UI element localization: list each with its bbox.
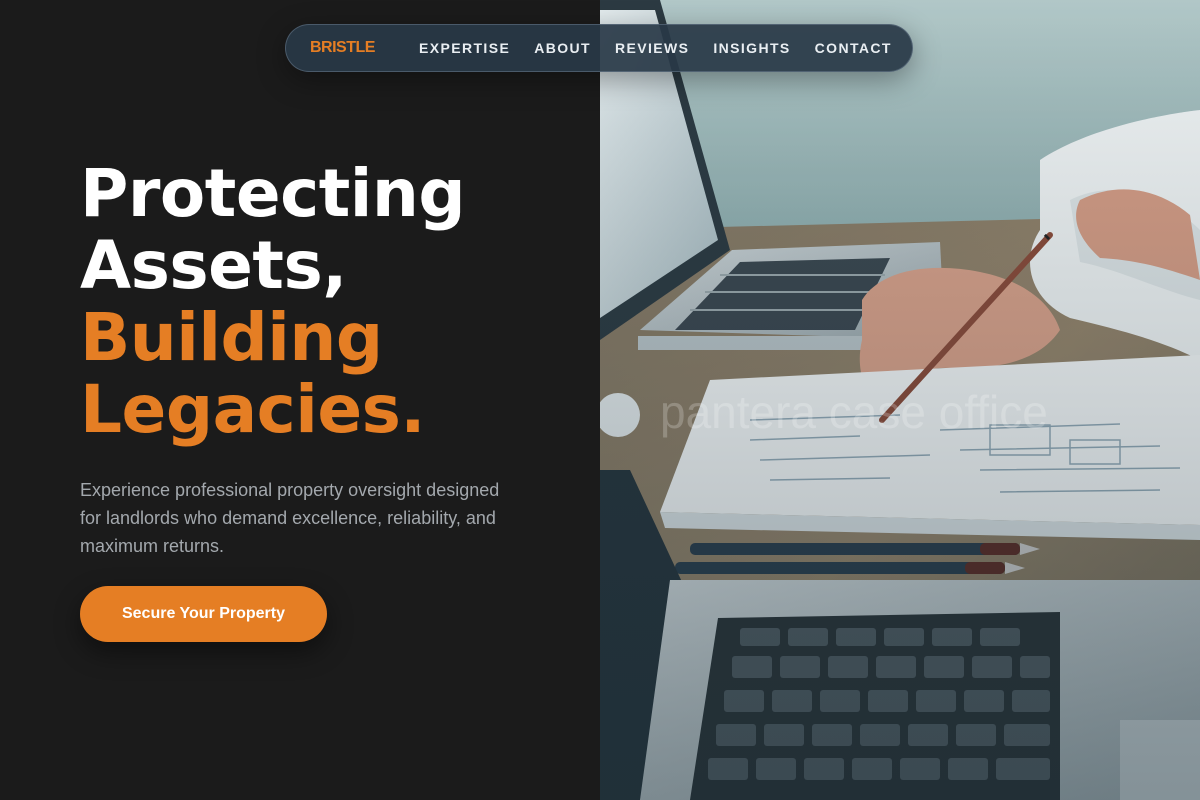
nav-link-about[interactable]: ABOUT — [534, 40, 591, 56]
headline-line-2: Assets, — [80, 227, 347, 304]
brand-logo[interactable]: BRISTLE — [310, 39, 375, 57]
nav-link-expertise[interactable]: EXPERTISE — [419, 40, 510, 56]
headline-line-1: Protecting — [80, 155, 466, 232]
nav-link-insights[interactable]: INSIGHTS — [713, 40, 790, 56]
photo-watermark: pantera case office — [660, 386, 1048, 438]
hero-subtext: Experience professional property oversig… — [80, 480, 500, 556]
headline-line-3: Building — [80, 299, 383, 376]
headline-line-4: Legacies. — [80, 371, 425, 448]
secure-property-button[interactable]: Secure Your Property — [80, 586, 327, 642]
landing-page: pantera case office BRISTLE EXPERTISE AB… — [0, 0, 1200, 800]
nav-links: EXPERTISE ABOUT REVIEWS INSIGHTS CONTACT — [419, 40, 892, 56]
hero-headline: Protecting Assets, Building Legacies. — [80, 158, 540, 446]
nav-link-reviews[interactable]: REVIEWS — [615, 40, 689, 56]
hero-photo: pantera case office — [600, 0, 1200, 800]
hero-copy: Protecting Assets, Building Legacies. Ex… — [80, 158, 540, 560]
office-desk-illustration: pantera case office — [600, 0, 1200, 800]
top-navbar: BRISTLE EXPERTISE ABOUT REVIEWS INSIGHTS… — [285, 24, 913, 72]
nav-link-contact[interactable]: CONTACT — [815, 40, 892, 56]
